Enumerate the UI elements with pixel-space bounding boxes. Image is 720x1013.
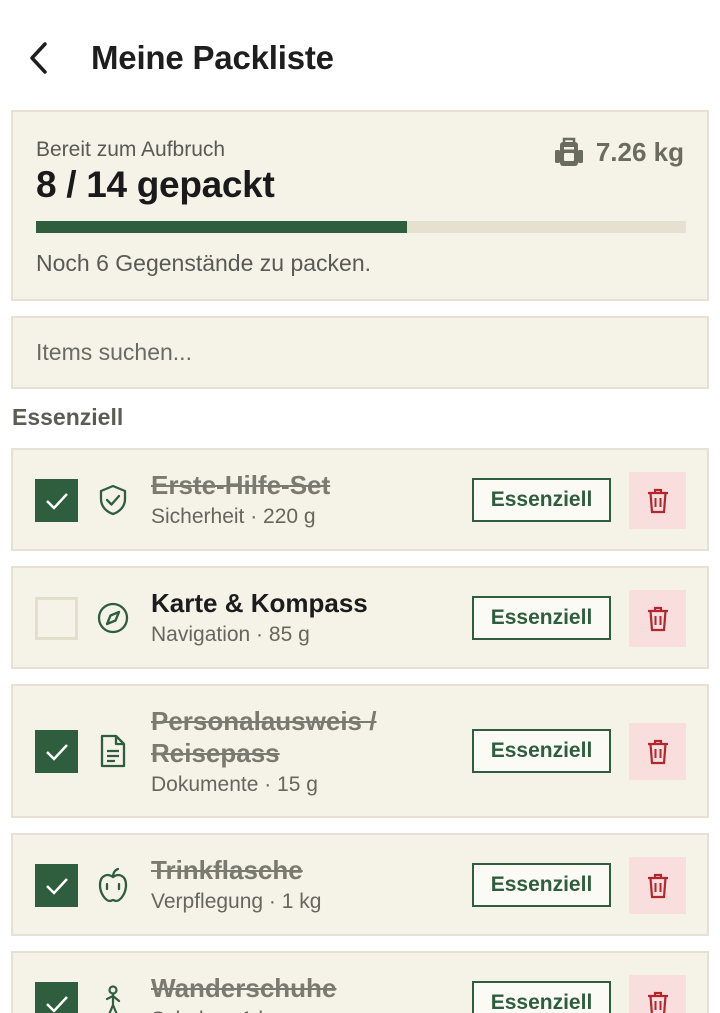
checkmark-icon bbox=[45, 743, 68, 761]
checkmark-icon bbox=[45, 492, 68, 510]
list-item: Trinkflasche Verpflegung · 1 kg Essenzie… bbox=[11, 833, 709, 936]
essential-tag[interactable]: Essenziell bbox=[472, 596, 611, 640]
item-text: Erste-Hilfe-Set Sicherheit · 220 g bbox=[151, 469, 451, 532]
search-box[interactable] bbox=[11, 316, 709, 389]
item-checkbox[interactable] bbox=[35, 864, 78, 907]
checkmark-icon bbox=[45, 995, 68, 1013]
list-item: Wanderschuhe Schuhe · 1 kg Essenziell bbox=[11, 951, 709, 1013]
item-name: Erste-Hilfe-Set bbox=[151, 470, 331, 500]
item-checkbox[interactable] bbox=[35, 982, 78, 1013]
delete-button[interactable] bbox=[629, 590, 686, 647]
checkmark-icon bbox=[45, 877, 68, 895]
trash-icon bbox=[647, 488, 668, 513]
item-meta: Dokumente · 15 g bbox=[151, 773, 318, 796]
search-input[interactable] bbox=[36, 339, 707, 366]
list-item: Personalausweis / Reisepass Dokumente · … bbox=[11, 684, 709, 818]
essential-tag[interactable]: Essenziell bbox=[472, 478, 611, 522]
trash-icon bbox=[647, 606, 668, 631]
back-button[interactable] bbox=[22, 38, 56, 78]
apple-icon bbox=[95, 867, 131, 903]
section-title: Essenziell bbox=[12, 404, 124, 430]
page-title: Meine Packliste bbox=[91, 39, 334, 76]
delete-button[interactable] bbox=[629, 723, 686, 780]
hiker-icon bbox=[95, 985, 131, 1013]
header: Meine Packliste bbox=[0, 0, 720, 110]
item-name: Karte & Kompass bbox=[151, 588, 368, 618]
document-icon bbox=[95, 733, 131, 769]
item-name: Personalausweis / Reisepass bbox=[151, 706, 377, 768]
trash-icon bbox=[647, 873, 668, 898]
shield-check-icon bbox=[95, 482, 131, 518]
item-checkbox[interactable] bbox=[35, 479, 78, 522]
item-meta: Schuhe · 1 kg bbox=[151, 1005, 451, 1013]
delete-button[interactable] bbox=[629, 857, 686, 914]
item-checkbox[interactable] bbox=[35, 730, 78, 773]
trash-icon bbox=[647, 739, 668, 764]
delete-button[interactable] bbox=[629, 975, 686, 1013]
item-meta: Verpflegung · 1 kg bbox=[151, 890, 322, 913]
progress-summary-card: Bereit zum Aufbruch 8 / 14 gepackt 7.26 … bbox=[11, 110, 709, 301]
backpack-icon bbox=[554, 137, 583, 166]
remaining-note: Noch 6 Gegenstände zu packen. bbox=[36, 250, 372, 276]
summary-subtitle: Bereit zum Aufbruch bbox=[36, 138, 226, 161]
compass-icon bbox=[95, 600, 131, 636]
essential-tag[interactable]: Essenziell bbox=[472, 729, 611, 773]
total-weight: 7.26 kg bbox=[554, 136, 684, 168]
item-name: Trinkflasche bbox=[151, 855, 303, 885]
list-item: Erste-Hilfe-Set Sicherheit · 220 g Essen… bbox=[11, 448, 709, 551]
packed-count: 8 / 14 gepackt bbox=[36, 164, 275, 205]
item-text: Personalausweis / Reisepass Dokumente · … bbox=[151, 705, 441, 800]
item-text: Wanderschuhe Schuhe · 1 kg bbox=[151, 972, 451, 1013]
essential-tag[interactable]: Essenziell bbox=[472, 863, 611, 907]
item-checkbox[interactable] bbox=[35, 597, 78, 640]
chevron-left-icon bbox=[30, 42, 47, 74]
item-meta: Sicherheit · 220 g bbox=[151, 505, 316, 528]
list-item: Karte & Kompass Navigation · 85 g Essenz… bbox=[11, 566, 709, 669]
item-name: Wanderschuhe bbox=[151, 973, 337, 1003]
weight-value: 7.26 kg bbox=[595, 136, 684, 167]
item-meta: Navigation · 85 g bbox=[151, 623, 310, 646]
delete-button[interactable] bbox=[629, 472, 686, 529]
item-text: Trinkflasche Verpflegung · 1 kg bbox=[151, 854, 451, 917]
essential-tag[interactable]: Essenziell bbox=[472, 981, 611, 1013]
progress-bar-fill bbox=[36, 221, 408, 233]
progress-bar bbox=[36, 221, 686, 233]
trash-icon bbox=[647, 991, 668, 1013]
item-text: Karte & Kompass Navigation · 85 g bbox=[151, 587, 451, 650]
